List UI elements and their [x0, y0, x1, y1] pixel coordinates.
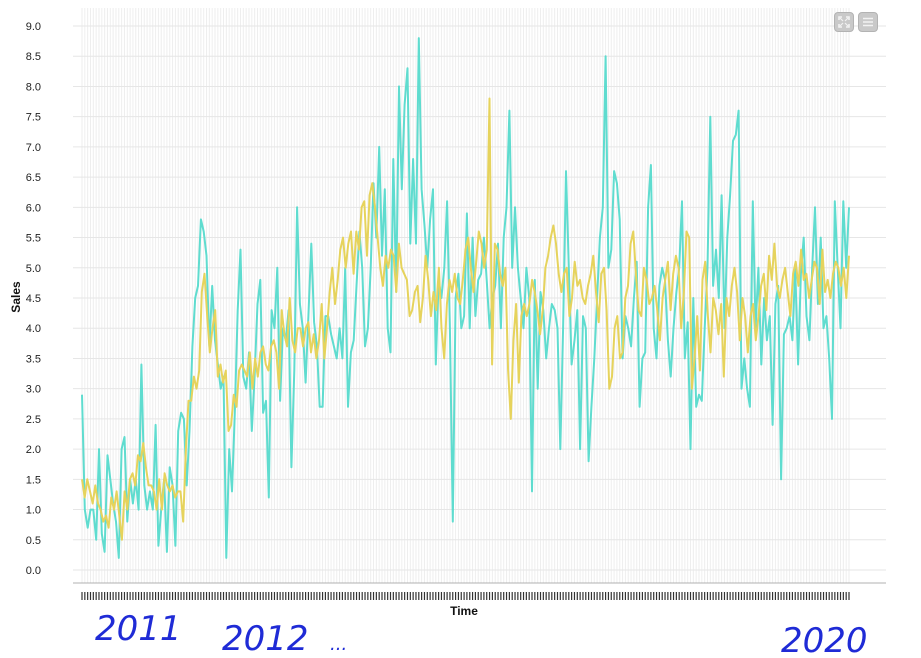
- y-tick-label: 8.0: [26, 81, 41, 93]
- annotation-start-year: 2011: [95, 609, 182, 649]
- annotation-second-year: 2012: [222, 619, 309, 658]
- annotation-ellipsis: ...: [330, 634, 347, 655]
- y-axis-title: Sales: [9, 281, 23, 313]
- y-tick-label: 6.0: [26, 202, 41, 214]
- y-tick-label: 8.5: [26, 51, 41, 63]
- y-tick-label: 5.5: [26, 233, 41, 245]
- annotation-end-year: 2020: [781, 621, 868, 658]
- y-tick-label: 4.0: [26, 323, 41, 335]
- x-axis-title: Time: [450, 604, 478, 618]
- y-tick-label: 0.5: [26, 535, 41, 547]
- y-tick-label: 9.0: [26, 21, 41, 33]
- y-tick-label: 2.5: [26, 414, 41, 426]
- y-tick-label: 5.0: [26, 263, 41, 275]
- y-tick-label: 3.0: [26, 384, 41, 396]
- menu-button[interactable]: [858, 12, 878, 32]
- series-line-smoothed: [81, 97, 850, 541]
- menu-icon: [863, 17, 873, 27]
- y-tick-label: 7.5: [26, 112, 41, 124]
- y-tick-label: 1.0: [26, 505, 41, 517]
- y-tick-label: 1.5: [26, 474, 41, 486]
- y-tick-label: 0.0: [26, 565, 41, 577]
- y-tick-label: 3.5: [26, 353, 41, 365]
- expand-icon: [838, 16, 850, 28]
- y-tick-label: 2.0: [26, 444, 41, 456]
- y-tick-label: 6.5: [26, 172, 41, 184]
- y-tick-label: 7.0: [26, 142, 41, 154]
- expand-button[interactable]: [834, 12, 854, 32]
- y-axis-ticks: 0.0 0.5 1.0 1.5 2.0 2.5 3.0 3.5 4.0 4.5 5.0 5.5 6.0 6…: [26, 21, 41, 577]
- y-tick-label: 4.5: [26, 293, 41, 305]
- sales-line-chart: 0.0 0.5 1.0 1.5 2.0 2.5 3.0 3.5 4.0 4.5 5.0 5.5 6.0 6…: [9, 8, 886, 658]
- x-axis-ticks: [81, 592, 850, 600]
